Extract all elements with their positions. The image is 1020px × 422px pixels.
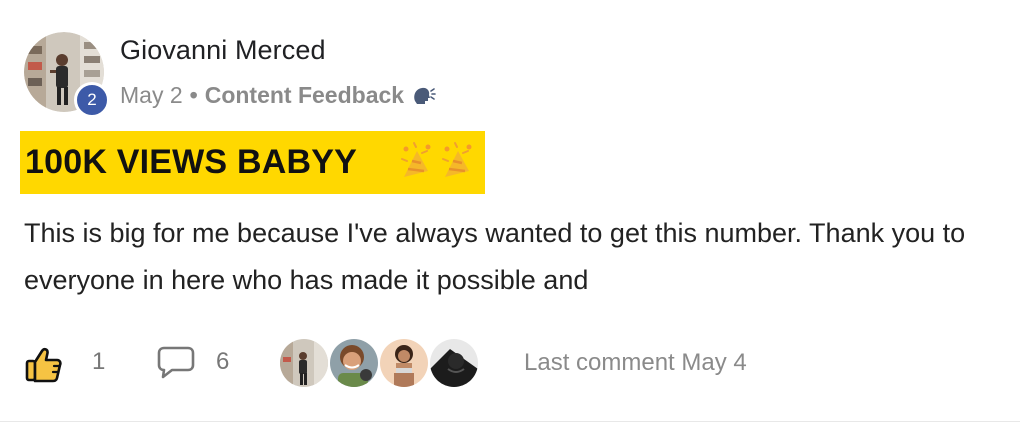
- commenter-avatars[interactable]: [278, 337, 480, 389]
- like-count: 1: [92, 348, 106, 375]
- post-card[interactable]: 2 Giovanni Merced May 2 • Content Feedba…: [0, 0, 1020, 422]
- last-comment-label[interactable]: Last comment May 4: [524, 349, 747, 377]
- post-category[interactable]: Content Feedback: [205, 82, 404, 109]
- thumbs-up-icon[interactable]: [24, 345, 64, 385]
- post-footer: 1 6 Last comment May 4: [24, 336, 984, 390]
- meta-separator: •: [189, 82, 198, 108]
- party-popper-icon: [398, 139, 477, 183]
- author-avatar[interactable]: 2: [24, 32, 110, 118]
- post-body[interactable]: This is big for me because I've always w…: [24, 210, 984, 304]
- comment-bubble-icon[interactable]: [156, 345, 196, 381]
- post-meta: May 2 • Content Feedback: [120, 82, 436, 109]
- post-date: May 2: [120, 82, 183, 108]
- commenter-avatar[interactable]: [428, 337, 480, 389]
- author-name[interactable]: Giovanni Merced: [120, 35, 326, 66]
- commenter-avatar[interactable]: [328, 337, 380, 389]
- commenter-avatar[interactable]: [378, 337, 430, 389]
- level-badge: 2: [74, 82, 110, 118]
- post-title-highlight: 100K VIEWS BABYY: [20, 131, 485, 194]
- post-title[interactable]: 100K VIEWS BABYY: [25, 143, 357, 182]
- speaking-head-icon: [412, 85, 436, 107]
- comment-count: 6: [216, 348, 230, 375]
- commenter-avatar[interactable]: [278, 337, 330, 389]
